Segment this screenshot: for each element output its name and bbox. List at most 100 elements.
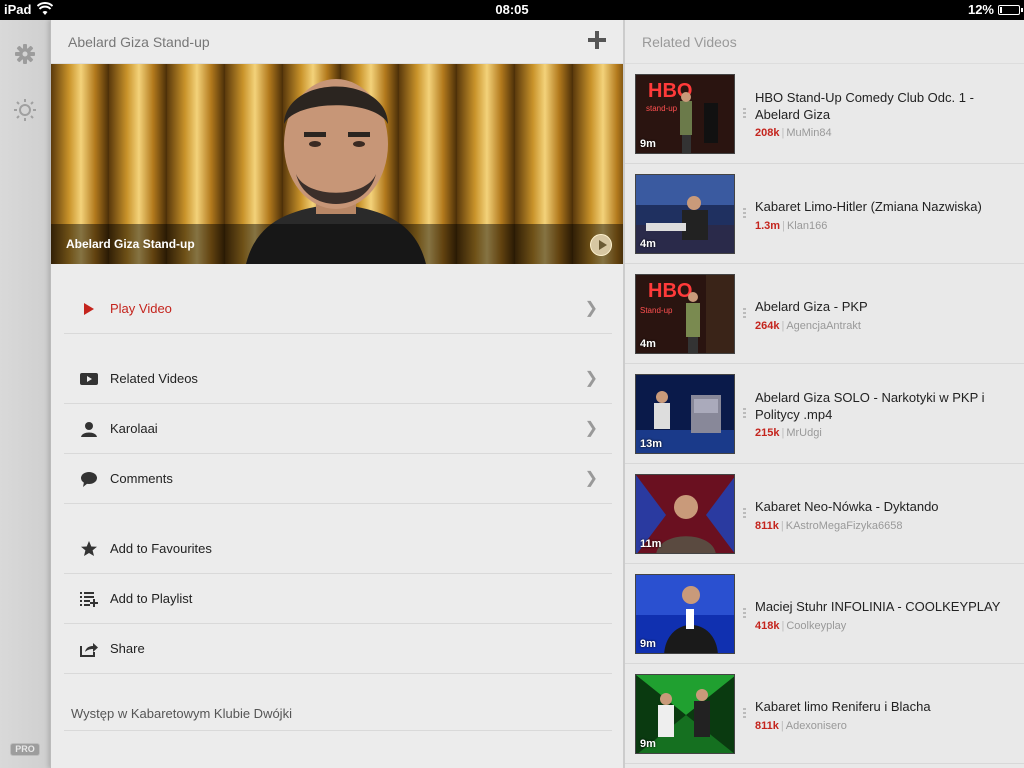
status-bar: iPad 08:05 12%: [0, 0, 1024, 20]
chevron-right-icon: ❯: [584, 370, 598, 387]
channel-name: MrUdgi: [786, 427, 822, 439]
video-thumbnail: 13m: [635, 374, 735, 454]
related-video-item[interactable]: HBO Stand-up 4m Abelard Giza - PKP 264k |…: [625, 264, 1024, 364]
channel-name: Klan166: [786, 220, 828, 232]
drag-handle[interactable]: [743, 208, 746, 220]
video-description: Występ w Kabaretowym Klubie Dwójki: [71, 706, 292, 721]
menu-item-add-playlist[interactable]: Add to Playlist: [64, 574, 612, 624]
related-video-item[interactable]: 11m Kabaret Neo-Nówka - Dyktando 811k | KA…: [625, 464, 1024, 564]
add-button[interactable]: [588, 31, 606, 49]
video-title: Kabaret Neo-Nówka - Dyktando: [755, 499, 939, 514]
chevron-right-icon: ❯: [584, 300, 598, 317]
drag-handle[interactable]: [743, 508, 746, 520]
video-meta: 418k | Coolkeyplay: [755, 620, 847, 632]
video-thumbnail: HBO Stand-up 4m: [635, 274, 735, 354]
channel-name: Coolkeyplay: [786, 620, 847, 632]
video-meta: 215k | MrUdgi: [755, 427, 822, 439]
video-thumbnail: 9m: [635, 674, 735, 754]
drag-handle[interactable]: [743, 608, 746, 620]
related-videos-panel: Related Videos HBO stand-up 9m HBO Stand…: [623, 20, 1024, 768]
menu-item-user[interactable]: Karolaai ❯: [64, 404, 612, 454]
video-thumbnail: 4m: [635, 174, 735, 254]
related-video-item[interactable]: HBO stand-up 9m HBO Stand-Up Comedy Club…: [625, 64, 1024, 164]
svg-text:stand-up: stand-up: [646, 104, 678, 113]
view-count: 418k: [755, 620, 780, 632]
video-duration: 13m: [640, 438, 663, 450]
video-duration: 4m: [640, 238, 656, 250]
battery-percent: 12%: [967, 2, 994, 17]
menu-item-play-video[interactable]: Play Video ❯: [64, 284, 612, 334]
menu-item-add-favourites[interactable]: Add to Favourites: [64, 524, 612, 574]
playlist-add-icon: [80, 592, 98, 607]
drag-handle[interactable]: [743, 308, 746, 320]
play-icon[interactable]: [590, 234, 612, 256]
video-title: Kabaret Limo-Hitler (Zmiana Nazwiska): [755, 199, 982, 214]
video-meta: 264k | AgencjaAntrakt: [755, 320, 861, 332]
chevron-right-icon: ❯: [584, 470, 598, 487]
view-count: 208k: [755, 127, 780, 139]
user-icon: [81, 422, 97, 437]
menu-item-label: Karolaai: [110, 421, 158, 436]
video-duration: 11m: [640, 538, 662, 550]
menu-item-share[interactable]: Share: [64, 624, 612, 674]
channel-name: Adexonisero: [785, 720, 847, 732]
video-meta: 208k | MuMin84: [755, 127, 832, 139]
video-duration: 4m: [640, 338, 656, 350]
clock: 08:05: [495, 2, 529, 17]
svg-text:HBO: HBO: [648, 280, 692, 302]
video-meta: 811k | Adexonisero: [755, 720, 847, 732]
related-video-item[interactable]: 4m Kabaret Limo-Hitler (Zmiana Nazwiska)…: [625, 164, 1024, 264]
settings-gear-icon[interactable]: [13, 42, 37, 66]
star-icon: [81, 541, 97, 556]
video-thumbnail: 9m: [635, 574, 735, 654]
drag-handle[interactable]: [743, 408, 746, 420]
page-title: Abelard Giza Stand-up: [68, 34, 210, 50]
related-video-item[interactable]: 9m Maciej Stuhr INFOLINIA - COOLKEYPLAY …: [625, 564, 1024, 664]
comment-icon: [81, 472, 97, 487]
divider: [64, 730, 612, 731]
video-meta: 811k | KAstroMegaFizyka6658: [755, 520, 903, 532]
view-count: 811k: [755, 520, 779, 532]
video-title: Maciej Stuhr INFOLINIA - COOLKEYPLAY: [755, 599, 1001, 614]
video-title: HBO Stand-Up Comedy Club Odc. 1 - Abelar…: [755, 90, 974, 122]
menu-item-related-videos[interactable]: Related Videos ❯: [64, 354, 612, 404]
youtube-icon: [80, 373, 98, 385]
svg-text:Stand-up: Stand-up: [640, 306, 673, 315]
menu-item-label: Share: [110, 641, 145, 656]
view-count: 215k: [755, 427, 780, 439]
menu-item-label: Related Videos: [110, 371, 198, 386]
view-count: 811k: [755, 720, 779, 732]
pro-badge: PRO: [10, 743, 40, 756]
video-caption: Abelard Giza Stand-up: [66, 237, 195, 251]
panel-header: Abelard Giza Stand-up: [51, 20, 624, 64]
view-count: 264k: [755, 320, 780, 332]
related-video-item[interactable]: 13m Abelard Giza SOLO - Narkotyki w PKP …: [625, 364, 1024, 464]
video-duration: 9m: [640, 638, 656, 650]
drag-handle[interactable]: [743, 708, 746, 720]
video-preview[interactable]: Abelard Giza Stand-up: [51, 64, 624, 264]
video-meta: 1.3m | Klan166: [755, 220, 828, 232]
share-icon: [80, 643, 98, 657]
brightness-icon[interactable]: [13, 98, 37, 122]
video-caption-bar: Abelard Giza Stand-up: [51, 224, 624, 264]
battery-fill: [1000, 7, 1002, 13]
video-title: Kabaret limo Reniferu i Blacha: [755, 699, 931, 714]
view-count: 1.3m: [755, 220, 781, 232]
related-videos-title: Related Videos: [642, 34, 737, 50]
related-video-item[interactable]: 9m Kabaret limo Reniferu i Blacha 811k | A…: [625, 664, 1024, 764]
drag-handle[interactable]: [743, 108, 746, 120]
battery-icon: [998, 5, 1023, 15]
video-title: Abelard Giza SOLO - Narkotyki w PKP i Po…: [755, 390, 985, 422]
video-duration: 9m: [640, 138, 656, 150]
video-thumbnail: HBO stand-up 9m: [635, 74, 735, 154]
video-title: Abelard Giza - PKP: [755, 299, 868, 314]
menu-item-comments[interactable]: Comments ❯: [64, 454, 612, 504]
video-duration: 9m: [640, 738, 656, 750]
menu-item-label: Comments: [110, 471, 173, 486]
menu-item-label: Play Video: [110, 301, 172, 316]
menu-item-label: Add to Playlist: [110, 591, 193, 606]
menu-item-label: Add to Favourites: [110, 541, 212, 556]
panel-header: Related Videos: [625, 20, 1024, 64]
play-icon: [84, 303, 94, 315]
video-thumbnail: 11m: [635, 474, 735, 554]
